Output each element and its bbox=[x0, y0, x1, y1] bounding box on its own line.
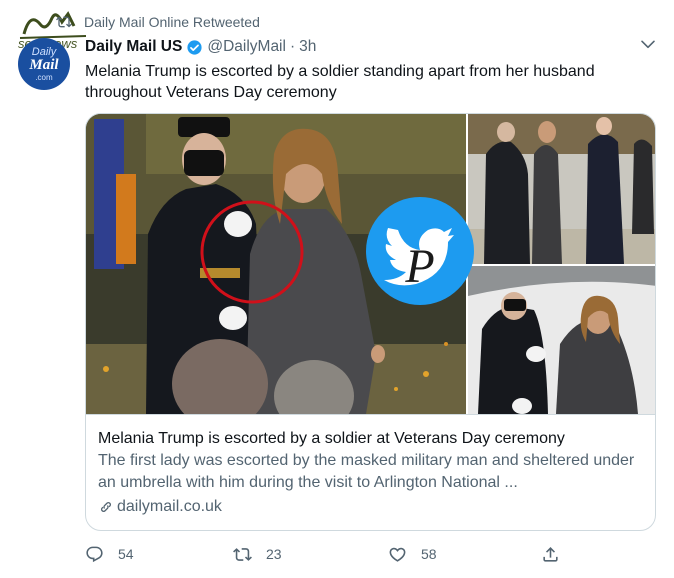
retweet-count: 23 bbox=[266, 546, 282, 562]
overlay-logo-letter: P bbox=[404, 240, 434, 293]
separator-dot: · bbox=[289, 38, 296, 55]
avatar[interactable]: Daily Mail .com bbox=[18, 38, 70, 90]
tweet-header: Daily Mail US @DailyMail · 3h bbox=[85, 37, 316, 57]
twitter-bird-icon: P bbox=[366, 197, 474, 305]
card-body[interactable]: Melania Trump is escorted by a soldier a… bbox=[86, 414, 655, 530]
avatar-line2: Mail bbox=[29, 56, 59, 73]
verified-badge-icon bbox=[187, 39, 202, 55]
card-description: The first lady was escorted by the maske… bbox=[98, 452, 635, 491]
card-title[interactable]: Melania Trump is escorted by a soldier a… bbox=[98, 428, 645, 449]
retweet-button[interactable]: 23 bbox=[233, 542, 282, 566]
timestamp[interactable]: 3h bbox=[299, 38, 316, 56]
link-icon bbox=[100, 501, 112, 513]
retweet-label: Daily Mail Online Retweeted bbox=[84, 14, 260, 30]
retweet-context[interactable]: Daily Mail Online Retweeted bbox=[56, 13, 260, 31]
card-domain[interactable]: dailymail.co.uk bbox=[98, 498, 645, 516]
reply-button[interactable]: 54 bbox=[85, 542, 134, 566]
share-button[interactable] bbox=[541, 542, 574, 566]
card-domain-text: dailymail.co.uk bbox=[117, 498, 222, 515]
like-button[interactable]: 58 bbox=[388, 542, 437, 566]
reply-count: 54 bbox=[118, 546, 134, 562]
user-handle[interactable]: @DailyMail bbox=[207, 38, 286, 56]
reply-icon bbox=[86, 546, 103, 562]
share-icon bbox=[543, 546, 558, 562]
display-name[interactable]: Daily Mail US bbox=[85, 38, 182, 56]
more-options-button[interactable] bbox=[638, 34, 658, 54]
avatar-line1: Daily bbox=[31, 45, 57, 58]
retweet-action-icon bbox=[233, 547, 252, 561]
like-icon bbox=[389, 547, 406, 562]
tweet-text: Melania Trump is escorted by a soldier s… bbox=[85, 63, 595, 101]
action-bar: 54 23 58 bbox=[85, 542, 585, 566]
link-card[interactable]: P Melania Trump is escorted by a soldier… bbox=[85, 113, 656, 531]
avatar-line3: .com bbox=[35, 72, 53, 82]
like-count: 58 bbox=[421, 546, 437, 562]
retweet-icon bbox=[56, 16, 72, 28]
card-image[interactable]: P bbox=[86, 114, 656, 414]
chevron-down-icon bbox=[641, 40, 655, 49]
